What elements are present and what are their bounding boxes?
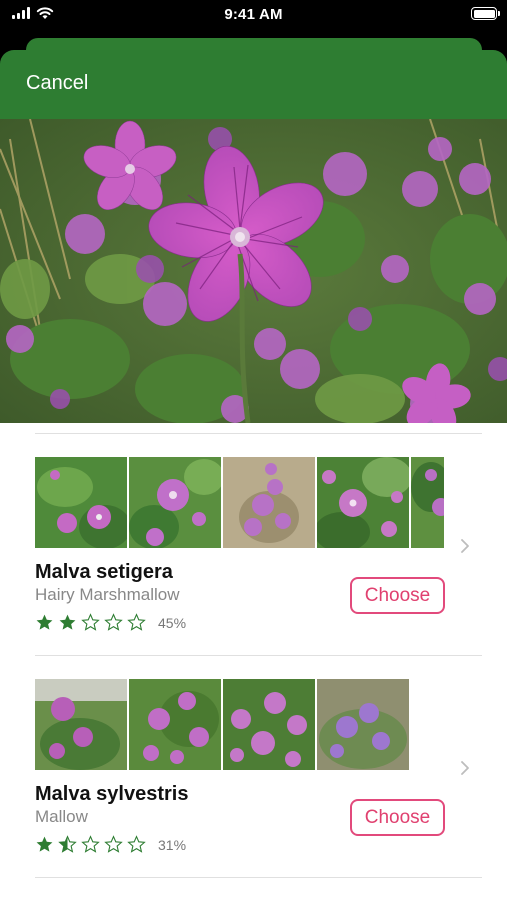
- thumbnail-image[interactable]: [317, 457, 409, 548]
- divider: [35, 877, 482, 878]
- thumbnail-strip[interactable]: [35, 457, 444, 548]
- thumbnail-image[interactable]: [411, 457, 444, 548]
- status-bar: 9:41 AM: [0, 0, 507, 30]
- battery-icon: [471, 7, 500, 20]
- choose-button[interactable]: Choose: [350, 799, 445, 836]
- star-half-icon: [58, 835, 77, 853]
- star-empty-icon: [127, 613, 146, 631]
- result-card[interactable]: Malva setigera Hairy Marshmallow 45% Cho…: [35, 457, 482, 677]
- thumbnail-strip[interactable]: [35, 679, 444, 770]
- thumbnail-image[interactable]: [35, 679, 127, 770]
- thumbnail-image[interactable]: [317, 679, 409, 770]
- star-empty-icon: [81, 613, 100, 631]
- star-empty-icon: [104, 835, 123, 853]
- hero-photo: [0, 119, 507, 423]
- confidence-percent: 31%: [158, 836, 187, 853]
- chevron-right-icon[interactable]: [458, 761, 472, 775]
- thumbnail-image[interactable]: [223, 457, 315, 548]
- star-empty-icon: [127, 835, 146, 853]
- chevron-right-icon[interactable]: [458, 539, 472, 553]
- divider: [35, 433, 482, 434]
- star-empty-icon: [104, 613, 123, 631]
- cancel-button[interactable]: Cancel: [26, 72, 88, 95]
- confidence-percent: 45%: [158, 614, 187, 631]
- thumbnail-image[interactable]: [129, 679, 221, 770]
- choose-button[interactable]: Choose: [350, 577, 445, 614]
- sheet-header: Cancel: [0, 50, 507, 120]
- thumbnail-image[interactable]: [129, 457, 221, 548]
- divider: [35, 655, 482, 656]
- results-list: Malva setigera Hairy Marshmallow 45% Cho…: [0, 423, 507, 900]
- status-time: 9:41 AM: [224, 6, 283, 23]
- flower-photo-image: [0, 119, 507, 423]
- star-filled-icon: [36, 836, 53, 852]
- star-filled-icon: [59, 614, 76, 630]
- star-empty-icon: [81, 835, 100, 853]
- confidence-rating: 31%: [35, 835, 186, 854]
- scientific-name: Malva setigera: [35, 561, 173, 583]
- scientific-name: Malva sylvestris: [35, 783, 189, 805]
- star-filled-icon: [36, 614, 53, 630]
- common-name: Hairy Marshmallow: [35, 585, 180, 604]
- confidence-rating: 45%: [35, 613, 186, 632]
- thumbnail-image[interactable]: [223, 679, 315, 770]
- result-card[interactable]: Malva sylvestris Mallow 31% Choose: [35, 679, 482, 899]
- thumbnail-image[interactable]: [35, 457, 127, 548]
- common-name: Mallow: [35, 807, 88, 826]
